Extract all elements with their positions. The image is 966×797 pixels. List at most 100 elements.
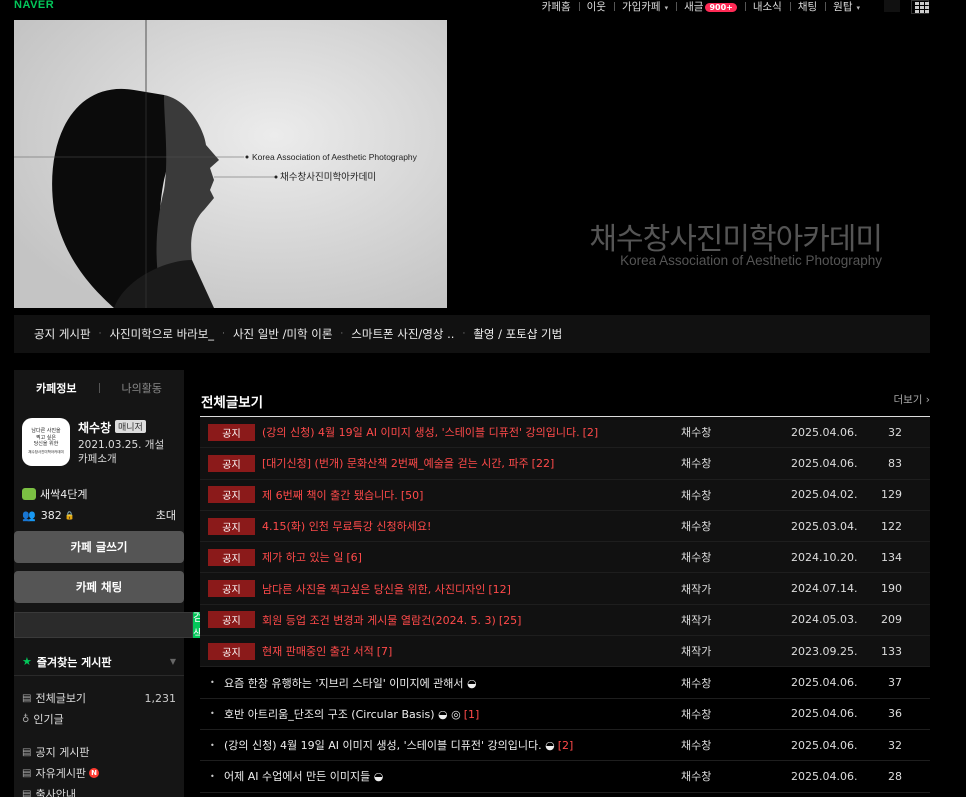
post-author[interactable]: 채작가 xyxy=(681,612,711,628)
post-title-link[interactable]: 어제 AI 수업에서 만든 이미지들 ◒ xyxy=(224,768,383,784)
post-title-link[interactable]: 현재 판매중인 출간 서적 [7] xyxy=(262,643,392,659)
comment-count[interactable]: [2] xyxy=(558,739,574,752)
tab-cafe-info[interactable]: 카페정보 xyxy=(14,380,99,396)
notice-tag: 공지 xyxy=(208,423,255,441)
created-date: 2021.03.25. 개설 xyxy=(78,439,165,451)
post-row: • 어제 AI 수업에서 만든 이미지들 ◒ 채수창 2025.04.06. 28 xyxy=(200,761,930,793)
post-date: 2025.03.04. xyxy=(791,519,858,533)
menu-board-link[interactable]: 사진미학으로 바라보_ xyxy=(109,326,214,342)
post-views: 133 xyxy=(881,644,902,658)
post-row: • 호반 아트리움_단조의 구조 (Circular Basis) ◒ ◎ [1] 채… xyxy=(200,699,930,730)
post-title-link[interactable]: 제 6번째 책이 출간 됐습니다. [50] xyxy=(262,487,423,503)
invite-link[interactable]: 초대 xyxy=(156,507,176,523)
post-title-link[interactable]: 요즘 한창 유행하는 '지브리 스타일' 이미지에 관해서 ◒ xyxy=(224,675,477,691)
comment-count[interactable]: [22] xyxy=(532,457,555,470)
search-input[interactable] xyxy=(14,612,193,638)
post-views: 28 xyxy=(888,769,902,783)
post-author[interactable]: 채수창 xyxy=(681,518,711,534)
comment-count[interactable]: [2] xyxy=(583,426,599,439)
post-author[interactable]: 채작가 xyxy=(681,581,711,597)
comment-count[interactable]: [12] xyxy=(488,583,511,596)
post-author[interactable]: 채수창 xyxy=(681,675,711,691)
menu-separator: · xyxy=(98,329,102,339)
more-link[interactable]: 더보기 › xyxy=(893,392,930,407)
menu-board-link[interactable]: 촬영 / 포토샵 기법 xyxy=(473,326,562,342)
top-nav-item[interactable]: 카페홈 xyxy=(534,0,579,14)
post-title-link[interactable]: (강의 신청) 4월 19일 AI 이미지 생성, '스테이블 디퓨전' 강의입… xyxy=(224,737,573,753)
post-row: • 요즘 한창 유행하는 '지브리 스타일' 이미지에 관해서 ◒ 채수창 2025.… xyxy=(200,667,930,699)
cafe-level[interactable]: 새싹4단계 xyxy=(22,486,87,502)
top-nav-item[interactable]: 가입카페 ▾ xyxy=(613,0,676,14)
post-date: 2025.04.06. xyxy=(791,425,858,439)
post-author[interactable]: 채수창 xyxy=(681,768,711,784)
cafe-intro-link[interactable]: 카페소개 xyxy=(78,451,117,466)
favorite-boards-header[interactable]: ★ 즐겨찾는 게시판 ▼ xyxy=(14,648,184,676)
manager-name[interactable]: 채수창 xyxy=(78,419,111,436)
banner-label-en: Korea Association of Aesthetic Photograp… xyxy=(252,152,418,162)
post-title-link[interactable]: [대기신청] (번개) 문화산책 2번째_예술을 걷는 시간, 파주 [22] xyxy=(262,455,554,471)
sidebar-board-item[interactable]: ▤ 자유게시판 N xyxy=(22,765,176,781)
top-nav-label: 카페홈 xyxy=(541,1,571,13)
comment-count[interactable]: [6] xyxy=(346,551,362,564)
top-nav: 카페홈 이웃 가입카페 ▾ 새글 900+ 내소식 채팅 원탑 ▾ xyxy=(534,0,868,14)
top-nav-label: 새글 xyxy=(684,1,704,13)
notice-tag: 공지 xyxy=(208,548,255,566)
notice-tag: 공지 xyxy=(208,486,255,504)
profile-text-line: 채수창사진미학아카데미 xyxy=(28,449,64,454)
notice-row: 공지 (강의 신청) 4월 19일 AI 이미지 생성, '스테이블 디퓨전' 강… xyxy=(200,417,930,449)
comment-count[interactable]: [7] xyxy=(377,645,393,658)
menu-separator: · xyxy=(462,329,466,339)
menu-board-link[interactable]: 스마트폰 사진/영상 .. xyxy=(351,326,454,342)
comment-count[interactable]: [50] xyxy=(401,489,424,502)
post-title: 현재 판매중인 출간 서적 xyxy=(262,645,374,659)
post-title: 제가 하고 있는 일 xyxy=(262,551,344,565)
post-title-link[interactable]: 제가 하고 있는 일 [6] xyxy=(262,549,362,565)
sidebar-board-item[interactable]: ♁ 인기글 xyxy=(22,711,176,727)
top-nav-item[interactable]: 채팅 xyxy=(789,0,825,14)
sidebar-board-item[interactable]: ▤ 공지 게시판 xyxy=(22,744,176,760)
post-author[interactable]: 채수창 xyxy=(681,455,711,471)
post-author[interactable]: 채수창 xyxy=(681,424,711,440)
cafe-profile-image[interactable]: 남다른 사진을 찍고 싶은 당신을 위한 채수창사진미학아카데미 xyxy=(22,418,70,466)
write-post-button[interactable]: 카페 글쓰기 xyxy=(14,531,184,563)
sidebar-board-item[interactable]: ▤ 전체글보기 1,231 xyxy=(22,690,176,706)
naver-logo[interactable]: NAVER xyxy=(14,0,54,11)
post-title-link[interactable]: 남다른 사진을 찍고싶은 당신을 위한, 사진디자인 [12] xyxy=(262,581,511,597)
post-views: 37 xyxy=(888,676,902,690)
post-title: [대기신청] (번개) 문화산책 2번째_예술을 걷는 시간, 파주 xyxy=(262,457,529,471)
post-title-link[interactable]: 4.15(화) 인천 무료특강 신청하세요! xyxy=(262,518,431,534)
comment-count[interactable]: [25] xyxy=(499,614,522,627)
notice-row: 공지 회원 등업 조건 변경과 게시물 열람건(2024. 5. 3) [25] 채작… xyxy=(200,604,930,637)
post-author[interactable]: 채수창 xyxy=(681,737,711,753)
post-title-link[interactable]: 호반 아트리움_단조의 구조 (Circular Basis) ◒ ◎ [1] xyxy=(224,706,479,722)
tab-my-activity[interactable]: 나의활동 xyxy=(100,380,185,396)
post-title-link[interactable]: (강의 신청) 4월 19일 AI 이미지 생성, '스테이블 디퓨전' 강의입… xyxy=(262,424,598,440)
menu-board-link[interactable]: 공지 게시판 xyxy=(34,326,91,342)
post-title-link[interactable]: 회원 등업 조건 변경과 게시물 열람건(2024. 5. 3) [25] xyxy=(262,612,521,628)
post-date: 2024.07.14. xyxy=(791,582,858,596)
board-label: 전체글보기 xyxy=(35,692,87,705)
post-author[interactable]: 채수창 xyxy=(681,549,711,565)
notice-row: 공지 [대기신청] (번개) 문화산책 2번째_예술을 걷는 시간, 파주 [22]… xyxy=(200,448,930,480)
post-title: 어제 AI 수업에서 만든 이미지들 ◒ xyxy=(224,770,384,784)
caret-down-icon: ▾ xyxy=(664,4,669,12)
top-nav-item[interactable]: 내소식 xyxy=(744,0,790,14)
top-nav-item[interactable]: 새글 900+ xyxy=(676,0,745,14)
post-author[interactable]: 채수창 xyxy=(681,706,711,722)
section-title: 전체글보기 xyxy=(201,395,264,411)
post-title: 제 6번째 책이 출간 됐습니다. xyxy=(262,488,398,502)
comment-count[interactable]: [1] xyxy=(464,708,480,721)
top-nav-item[interactable]: 이웃 xyxy=(578,0,614,14)
post-author[interactable]: 채작가 xyxy=(681,643,711,659)
menu-board-link[interactable]: 사진 일반 /미학 이론 xyxy=(233,326,332,342)
apps-grid-icon[interactable] xyxy=(911,0,929,14)
sidebar-board-item[interactable]: ▤ 출사안내 xyxy=(22,786,176,797)
top-nav-item[interactable]: 원탑 ▾ xyxy=(825,0,868,14)
member-count[interactable]: 382 xyxy=(41,509,62,522)
post-author[interactable]: 채수창 xyxy=(681,487,711,503)
banner-title: 채수창사진미학아카데미 xyxy=(589,222,883,257)
profile-icon[interactable] xyxy=(884,0,900,12)
caret-down-icon: ▾ xyxy=(856,4,860,12)
cafe-chat-button[interactable]: 카페 채팅 xyxy=(14,571,184,603)
notice-row: 공지 현재 판매중인 출간 서적 [7] 채작가 2023.09.25. 133 xyxy=(200,636,930,668)
